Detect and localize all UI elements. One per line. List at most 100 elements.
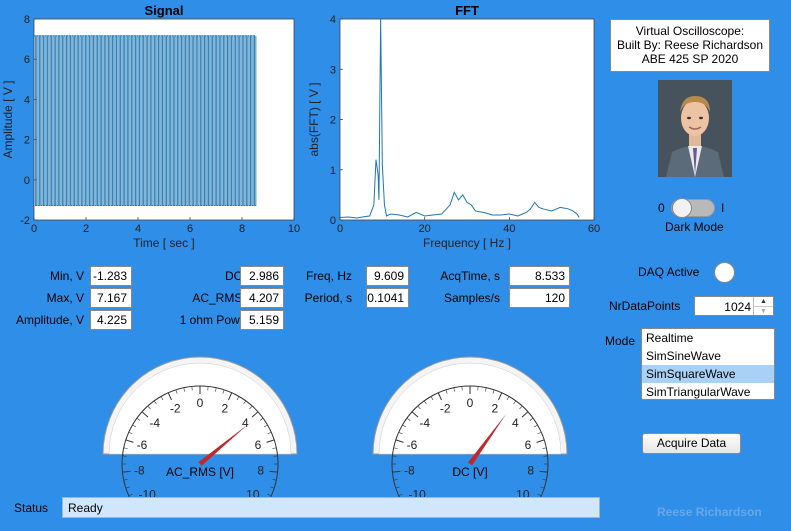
mode-label: Mode [605,334,636,348]
app-title: Virtual Oscilloscope: [635,24,745,38]
gauge-tick-label: -2 [170,401,181,415]
spinner-down-button[interactable]: ▼ [753,306,773,315]
x-tick-label: 4 [135,223,141,235]
x-tick-label: 10 [288,223,300,235]
x-tick-label: 2 [83,223,89,235]
daq-active-lamp [714,262,735,283]
x-axis-label: Frequency [ Hz ] [423,236,511,250]
dc-value: 2.986 [240,266,284,286]
x-tick-label: 6 [187,223,193,235]
samples-value: 120 [509,288,570,308]
mode-option[interactable]: SimSineWave [642,347,774,365]
dark-mode-label: Dark Mode [665,220,724,234]
fft-plot: 0 20 40 60 0 1 2 3 4 Frequency [ Hz ] abs(FFT) [ V… [307,14,600,250]
app-author: Built By: Reese Richardson [616,38,764,52]
min-value: -1.283 [90,266,132,286]
y-axis-label: Amplitude [ V ] [1,80,15,158]
y-tick-label: -2 [20,215,30,227]
dark-mode-switch[interactable]: 0 I Dark Mode [655,198,735,234]
gauge-tick-label: 2 [221,401,228,415]
y-tick-label: 6 [24,54,30,66]
y-tick-label: 3 [330,64,336,76]
gauge-tick [393,479,398,481]
acquire-data-button[interactable]: Acquire Data [642,433,741,454]
dc-gauge: -10-8-6-4-2 0 246810 [372,356,568,504]
acqtime-value: 8.533 [509,266,570,286]
amplitude-value: 4.225 [90,310,132,330]
x-tick-label: 40 [503,223,515,235]
app-course: ABE 425 SP 2020 [641,52,739,66]
toggle-off-label: 0 [658,201,665,215]
mode-option[interactable]: SimTriangularWave [642,383,774,401]
gauge-tick-label: 6 [525,438,532,452]
amplitude-label: Amplitude, V [15,313,84,327]
x-axis-label: Time [ sec ] [133,236,195,250]
x-tick-label: 0 [31,223,37,235]
daq-active-label: DAQ Active [638,265,700,279]
gauge-tick [122,470,131,473]
gauge-tick [392,470,401,473]
mode-option[interactable]: SimSquareWave [642,365,774,383]
toggle-knob[interactable] [672,198,692,218]
y-axis-label: abs(FFT) [ V ] [307,82,321,156]
y-tick-label: 2 [330,115,336,127]
y-tick-label: 8 [24,14,30,26]
gauge-tick [539,470,548,473]
status-label: Status [14,501,49,515]
gauge-tick-label: -4 [419,416,430,430]
gauge-tick [270,486,275,489]
period-label: Period, s [304,291,352,305]
gauge-tick-label: 4 [242,416,249,430]
y-tick-label: 2 [24,135,30,147]
y-tick-label: 1 [330,165,336,177]
freq-label: Freq, Hz [305,269,352,283]
x-tick-label: 0 [337,223,343,235]
nrdatapoints-spinner[interactable]: 1024 ▲ ▼ [694,296,774,316]
x-tick-label: 60 [588,223,600,235]
y-tick-label: 4 [330,14,336,26]
acqtime-label: AcqTime, s [440,269,500,283]
gauge-tick [542,479,547,481]
gauge-tick-label: -6 [407,438,418,452]
gauge-tick [123,479,128,481]
mode-listbox[interactable]: Realtime SimSineWave SimSquareWave SimTrian… [641,328,775,400]
x-tick-label: 20 [419,223,431,235]
gauge-tick-label: 8 [257,463,264,477]
dc-gauge-label: DC [V] [452,465,488,479]
mode-option[interactable]: Realtime [642,329,774,347]
period-value: 0.1041 [366,288,409,308]
gauge-tick-label: 4 [512,416,519,430]
gauge-tick [540,486,545,489]
max-value: 7.167 [90,288,132,308]
gauge-tick [128,493,133,496]
gauge-tick [398,493,403,496]
spinner-up-button[interactable]: ▲ [753,297,773,306]
gauge-tick [395,486,400,489]
gauge-tick-label: -8 [134,463,145,477]
plot-area [339,18,595,221]
ac-rms-gauge: -10-8-6-4-2 0 246810 [102,356,298,504]
author-photo [658,80,732,177]
gauge-tick-label: 8 [527,463,534,477]
gauge-tick-label: 2 [491,401,498,415]
signal-plot: 0 2 4 6 8 10-202468Time [ sec ]Amplitude [ V … [1,14,300,250]
gauge-tick [537,493,542,496]
samples-label: Samples/s [443,291,500,305]
app-info-box: Virtual Oscilloscope: Built By: Reese Ri… [610,19,770,72]
gauge-tick-label: -4 [149,416,160,430]
gauge-tick-label: 6 [255,438,262,452]
gauge-tick-label: 0 [197,396,204,410]
gauge-tick-label: -8 [404,463,415,477]
freq-value: 9.609 [366,266,409,286]
y-tick-label: 4 [24,94,30,106]
gauge-tick [125,486,130,489]
gauge-tick [267,493,272,496]
max-label: Max, V [46,291,84,305]
x-tick-label: 8 [239,223,245,235]
gauge-tick-label: -2 [440,401,451,415]
gauge-tick [272,479,277,481]
min-label: Min, V [49,269,84,283]
power-value: 5.159 [240,310,284,330]
gauge-tick-label: 0 [467,396,474,410]
status-field: Ready [62,497,600,518]
